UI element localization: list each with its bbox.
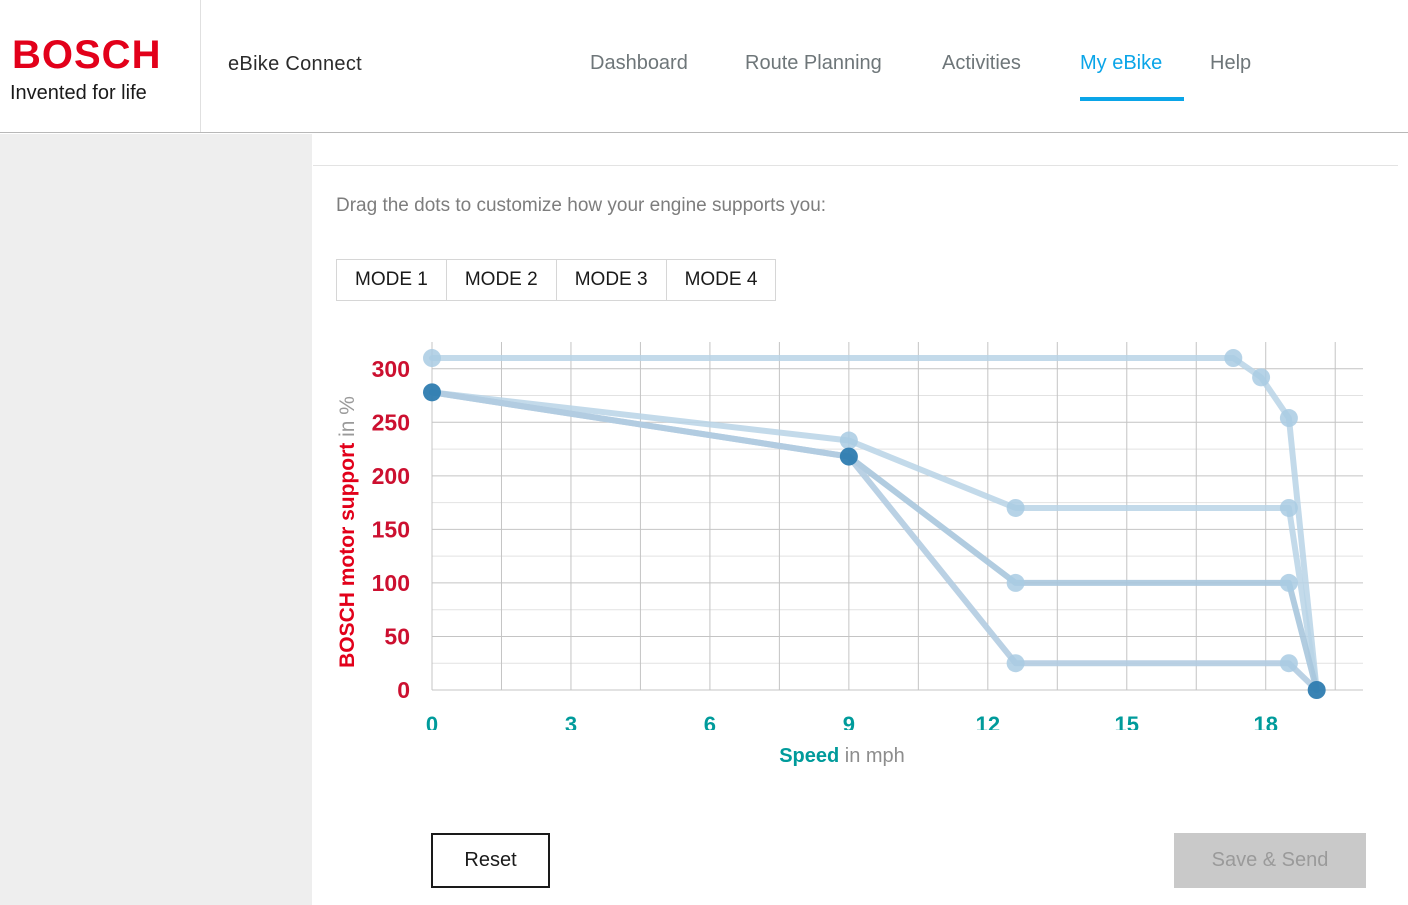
y-tick-label: 50	[384, 623, 410, 649]
chart-drag-handle[interactable]	[1279, 654, 1298, 673]
mode-tab-2[interactable]: MODE 2	[445, 259, 556, 301]
site-header: BOSCH Invented for life eBike Connect Da…	[0, 0, 1408, 133]
x-tick-label: 12	[976, 712, 1000, 730]
chart-drag-handle[interactable]	[839, 447, 858, 466]
nav-active-underline	[1080, 97, 1184, 101]
chart-drag-handle[interactable]	[1006, 498, 1025, 517]
nav-item-my-ebike[interactable]: My eBike	[1080, 52, 1162, 75]
nav-item-dashboard[interactable]: Dashboard	[590, 52, 688, 75]
y-axis-label-thin: in %	[336, 396, 359, 443]
chart-drag-handle[interactable]	[1279, 498, 1298, 517]
save-and-send-button: Save & Send	[1174, 833, 1366, 888]
series-line-mode-2	[429, 389, 1320, 693]
chart-drag-handle[interactable]	[1006, 573, 1025, 592]
x-tick-label: 0	[426, 712, 438, 730]
left-sidebar	[0, 134, 312, 905]
mode-tab-3[interactable]: MODE 3	[555, 259, 666, 301]
reset-button[interactable]: Reset	[431, 833, 550, 888]
bosch-tagline: Invented for life	[10, 82, 147, 104]
chart-drag-handle[interactable]	[1307, 681, 1326, 699]
chart-drag-handle[interactable]	[1279, 573, 1298, 592]
y-tick-label: 200	[372, 463, 410, 489]
y-tick-label: 300	[372, 356, 410, 382]
y-axis-label-bold: BOSCH motor support	[336, 442, 359, 668]
y-tick-label: 0	[397, 677, 410, 703]
support-curve-chart[interactable]: 0 50 100 150 200 250 300 0 3 6 9 12 15 18 BOSCH motor…	[330, 330, 1390, 780]
series-line-mode-3	[429, 389, 1320, 693]
x-tick-label: 3	[565, 712, 577, 730]
mode-tab-group: MODE 1 MODE 2 MODE 3 MODE 4	[336, 259, 777, 301]
instruction-text: Drag the dots to customize how your engi…	[336, 195, 827, 216]
app-title: eBike Connect	[228, 53, 362, 75]
chart-drag-handle[interactable]	[1279, 409, 1298, 428]
chart-canvas[interactable]: 0 50 100 150 200 250 300 0 3 6 9 12 15 18	[330, 330, 1390, 730]
x-tick-label: 9	[843, 712, 855, 730]
chart-drag-handle[interactable]	[839, 431, 858, 450]
x-tick-label: 15	[1115, 712, 1139, 730]
y-axis-label: BOSCH motor support in %	[336, 342, 360, 722]
x-axis-label-thin: in mph	[839, 745, 905, 767]
bosch-logo[interactable]: BOSCH Invented for life	[0, 0, 201, 132]
chart-drag-handle[interactable]	[423, 383, 441, 402]
nav-item-activities[interactable]: Activities	[942, 52, 1021, 75]
content-divider	[313, 165, 1398, 166]
x-tick-label: 6	[704, 712, 716, 730]
y-tick-label: 150	[372, 516, 410, 542]
y-tick-label: 100	[372, 570, 410, 596]
nav-item-help[interactable]: Help	[1210, 52, 1251, 75]
chart-drag-handle[interactable]	[1006, 654, 1025, 673]
x-axis-label-bold: Speed	[779, 745, 840, 767]
chart-drag-handle[interactable]	[1224, 349, 1243, 368]
x-axis-label: Speed in mph	[330, 745, 1354, 768]
chart-drag-handle[interactable]	[1252, 368, 1271, 387]
y-tick-label: 250	[372, 409, 410, 435]
series-line-mode-1	[429, 389, 1320, 693]
mode-tab-4[interactable]: MODE 4	[665, 259, 777, 301]
mode-tab-1[interactable]: MODE 1	[336, 259, 446, 301]
chart-drag-handle[interactable]	[423, 349, 441, 368]
nav-item-route-planning[interactable]: Route Planning	[745, 52, 882, 75]
x-tick-label: 18	[1253, 712, 1277, 730]
bosch-wordmark: BOSCH	[12, 33, 162, 77]
